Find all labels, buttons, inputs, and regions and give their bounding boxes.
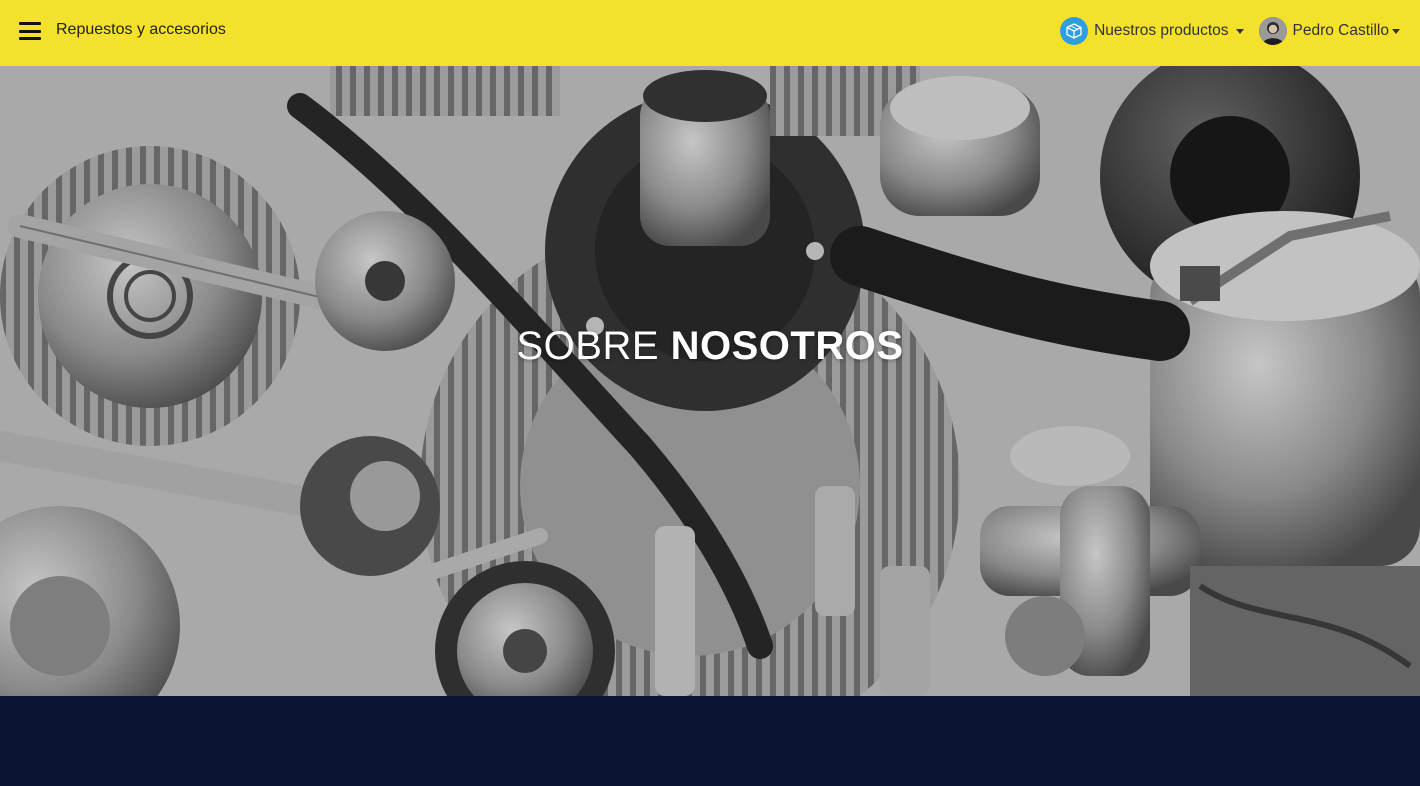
- hero-banner: SOBRE NOSOTROS: [0, 66, 1420, 696]
- hamburger-menu-icon[interactable]: [19, 20, 41, 42]
- top-navbar: Repuestos y accesorios Nuestros producto…: [0, 0, 1420, 66]
- brand-link[interactable]: Repuestos y accesorios: [56, 21, 226, 39]
- navbar-right: Nuestros productos Pedro Castillo: [1060, 15, 1400, 47]
- chevron-down-icon: [1235, 28, 1244, 34]
- chevron-down-icon: [1392, 28, 1400, 34]
- products-dropdown[interactable]: Nuestros productos: [1060, 17, 1244, 45]
- auto-parts-background-image: [0, 66, 1420, 696]
- hero-title-light: SOBRE: [516, 324, 671, 368]
- hero-title: SOBRE NOSOTROS: [0, 324, 1420, 369]
- user-name: Pedro Castillo: [1292, 22, 1390, 39]
- user-dropdown[interactable]: Pedro Castillo: [1244, 17, 1400, 45]
- products-dropdown-label: Nuestros productos: [1094, 22, 1229, 39]
- box-icon: [1060, 17, 1089, 45]
- hero-title-bold: NOSOTROS: [670, 324, 904, 368]
- user-avatar: [1258, 17, 1287, 45]
- dark-section-band: [0, 696, 1420, 786]
